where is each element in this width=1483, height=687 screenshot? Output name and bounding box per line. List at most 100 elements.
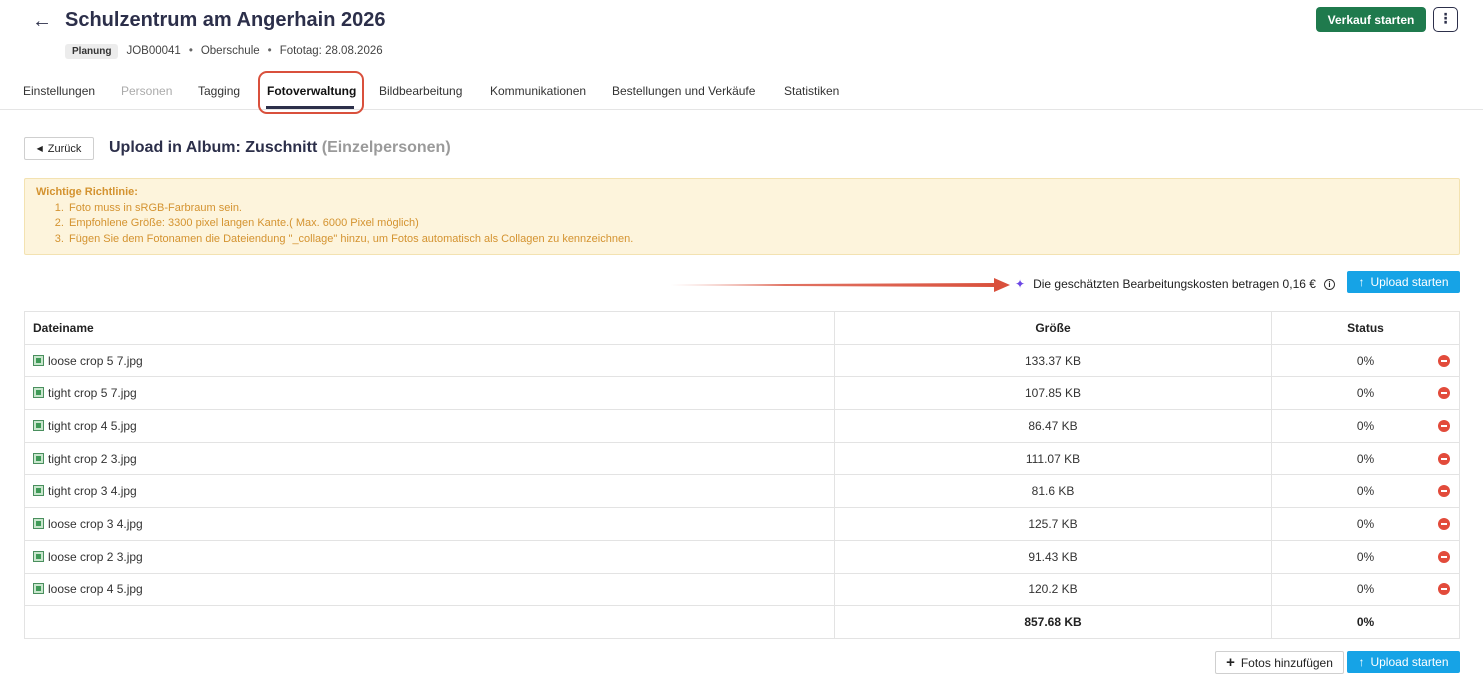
remove-icon[interactable] [1438,419,1450,432]
remove-icon[interactable] [1438,485,1450,498]
estimated-cost-text: Die geschätzten Bearbeitungskosten betra… [1033,277,1316,291]
status-badge: Planung [65,43,119,59]
table-row: loose crop 2 3.jpg 91.43 KB 0% [24,539,1460,574]
remove-icon[interactable] [1438,354,1450,367]
table-row: loose crop 3 4.jpg 125.7 KB 0% [24,507,1460,541]
file-status-cell: 0% [1271,572,1460,607]
notice-item: Fügen Sie dem Fotonamen die Dateiendung … [67,232,1448,248]
start-upload-button-bottom[interactable]: ↑ Upload starten [1347,651,1460,673]
table-row: tight crop 5 7.jpg 107.85 KB 0% [24,376,1460,411]
upload-button-label: Upload starten [1370,275,1449,289]
file-status: 0% [1356,451,1375,466]
file-name: loose crop 5 7.jpg [48,353,143,368]
file-name-cell: loose crop 4 5.jpg [24,572,835,607]
sparkle-icon: ✦ [1015,277,1026,291]
image-file-icon [33,485,44,497]
notice-item: Empfohlene Größe: 3300 pixel langen Kant… [67,216,1448,232]
arrow-up-icon: ↑ [1358,655,1365,669]
file-status-cell: 0% [1271,507,1460,541]
total-status: 0% [1271,605,1460,639]
image-file-icon [33,452,44,464]
separator-dot: • [267,45,272,57]
start-sale-button[interactable]: Verkauf starten [1316,7,1426,32]
school-type: Oberschule [200,45,260,57]
upload-button-label: Upload starten [1370,655,1449,669]
remove-icon[interactable] [1438,387,1450,400]
file-name: tight crop 4 5.jpg [48,418,137,433]
back-button-label: Zurück [47,142,82,155]
file-status: 0% [1356,516,1375,531]
file-size: 125.7 KB [834,507,1272,541]
tab-bildbearbeitung[interactable]: Bildbearbeitung [379,84,462,98]
tab-bar: Einstellungen Personen Tagging Fotoverwa… [0,72,1483,110]
file-size: 111.07 KB [834,441,1272,476]
file-status-cell: 0% [1271,409,1460,443]
image-file-icon [33,419,44,431]
active-tab-indicator [266,106,354,109]
remove-icon[interactable] [1438,452,1450,465]
add-photos-label: Fotos hinzufügen [1240,655,1333,670]
back-arrow-icon[interactable]: ← [32,11,52,31]
upload-title: Upload in Album: Zuschnitt (Einzelperson… [109,139,451,157]
file-name-cell: loose crop 5 7.jpg [24,343,835,378]
job-id: JOB00041 [126,45,181,57]
file-status: 0% [1356,418,1375,433]
table-row: tight crop 3 4.jpg 81.6 KB 0% [24,474,1460,509]
table-row: tight crop 4 5.jpg 86.47 KB 0% [24,409,1460,443]
file-name: tight crop 2 3.jpg [48,451,137,466]
page-title: Schulzentrum am Angerhain 2026 [65,9,386,31]
total-empty-cell [24,605,835,639]
file-name: loose crop 4 5.jpg [48,582,143,597]
file-size: 86.47 KB [834,409,1272,443]
tab-tagging[interactable]: Tagging [198,84,240,98]
kebab-icon: ⋮ [1438,10,1453,26]
add-photos-button[interactable]: + Fotos hinzufügen [1215,651,1344,674]
tab-einstellungen[interactable]: Einstellungen [23,84,95,98]
image-file-icon [33,517,44,529]
caret-left-icon: ◀ [36,144,43,153]
file-name-cell: tight crop 3 4.jpg [24,474,835,509]
file-size: 81.6 KB [834,474,1272,509]
photo-day: Fototag: 28.08.2026 [279,45,383,57]
file-name-cell: tight crop 4 5.jpg [24,409,835,443]
total-size: 857.68 KB [834,605,1272,639]
tab-bestellungen[interactable]: Bestellungen und Verkäufe [612,84,755,98]
remove-icon[interactable] [1438,550,1450,563]
file-name-cell: tight crop 5 7.jpg [24,376,835,411]
image-file-icon [33,550,44,562]
upload-title-sub: (Einzelpersonen) [321,139,451,156]
file-name-cell: loose crop 3 4.jpg [24,507,835,541]
file-status: 0% [1356,582,1375,597]
start-upload-button-top[interactable]: ↑ Upload starten [1347,271,1460,293]
file-size: 91.43 KB [834,539,1272,574]
file-name: loose crop 2 3.jpg [48,549,143,564]
remove-icon[interactable] [1438,517,1450,530]
page-header: ← Schulzentrum am Angerhain 2026 Planung… [0,0,1483,110]
job-meta: Planung JOB00041 • Oberschule • Fototag:… [65,42,383,60]
file-status-cell: 0% [1271,539,1460,574]
table-row: loose crop 4 5.jpg 120.2 KB 0% [24,572,1460,607]
tab-fotoverwaltung[interactable]: Fotoverwaltung [267,84,356,98]
separator-dot: • [188,45,193,57]
file-name: tight crop 3 4.jpg [48,484,137,499]
tab-statistiken[interactable]: Statistiken [784,84,839,98]
file-name: tight crop 5 7.jpg [48,386,137,401]
remove-icon[interactable] [1438,583,1450,596]
column-header-size: Größe [834,311,1272,345]
file-size: 107.85 KB [834,376,1272,411]
estimated-cost: ✦ Die geschätzten Bearbeitungskosten bet… [1015,276,1335,292]
guideline-notice: Wichtige Richtlinie: Foto muss in sRGB-F… [24,178,1460,255]
tab-kommunikationen[interactable]: Kommunikationen [490,84,586,98]
more-options-button[interactable]: ⋮ [1433,7,1458,32]
file-name: loose crop 3 4.jpg [48,516,143,531]
file-status: 0% [1356,386,1375,401]
upload-title-main: Upload in Album: Zuschnitt [109,139,318,156]
back-button[interactable]: ◀ Zurück [24,137,94,160]
file-name-cell: loose crop 2 3.jpg [24,539,835,574]
info-icon[interactable]: i [1323,278,1335,290]
file-size: 133.37 KB [834,343,1272,378]
column-header-status: Status [1271,311,1460,345]
file-status-cell: 0% [1271,376,1460,411]
image-file-icon [33,387,44,399]
file-name-cell: tight crop 2 3.jpg [24,441,835,476]
